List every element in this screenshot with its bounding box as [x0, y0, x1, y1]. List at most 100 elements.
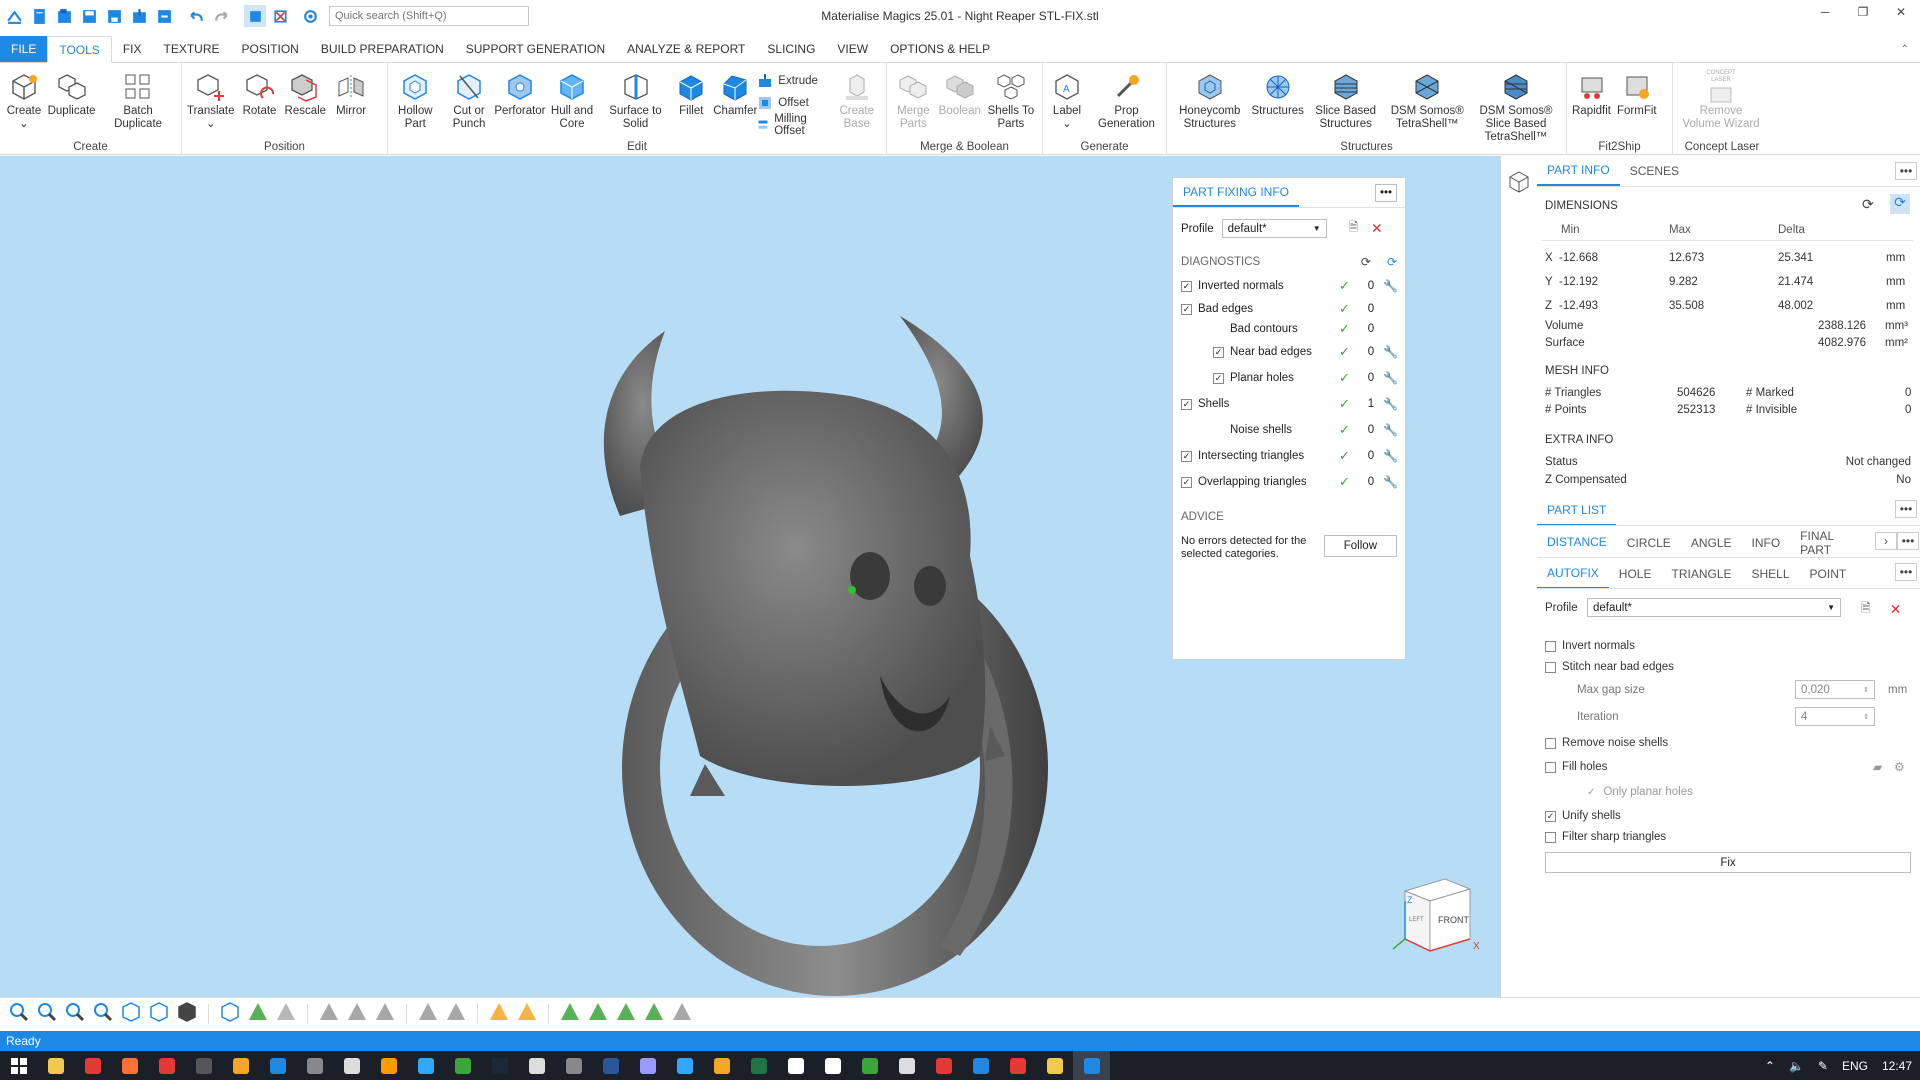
tray-arrow-icon[interactable]: ⌃ [1765, 1059, 1775, 1073]
offset-button[interactable]: Offset [757, 94, 823, 112]
view-cube-front-label[interactable]: FRONT [1438, 915, 1469, 925]
explorer-app-icon[interactable] [37, 1051, 74, 1080]
diagnostic-row[interactable]: Bad contours ✓ 0 [1181, 319, 1405, 339]
follow-button[interactable]: Follow [1323, 535, 1397, 557]
perforator-button[interactable]: Perforator [494, 65, 546, 118]
tab-measure-angle[interactable]: ANGLE [1681, 528, 1742, 556]
iteration-input[interactable]: 4 ⇕ [1795, 707, 1875, 726]
premiere-app-icon[interactable] [629, 1051, 666, 1080]
fill-holes-option[interactable]: Fill holes [1545, 761, 1607, 773]
merge-parts-button[interactable]: Merge Parts [889, 65, 938, 131]
refresh-icon[interactable]: ⟳ [1361, 255, 1371, 269]
measure-more-button[interactable]: ••• [1897, 532, 1919, 550]
quick-search-icon[interactable] [299, 5, 321, 27]
minimize-button[interactable]: ─ [1806, 0, 1844, 24]
triangle-view-icon[interactable] [247, 1001, 269, 1026]
illustrator-app-icon[interactable] [370, 1051, 407, 1080]
dsm-slice-tetrashell-button[interactable]: DSM Somos® Slice Based TetraShell™ [1468, 65, 1564, 144]
diagnostic-row[interactable]: ✓ Shells ✓ 1 🔧 [1181, 391, 1405, 417]
marker-plane-icon[interactable] [346, 1001, 368, 1026]
files-app-icon[interactable] [333, 1051, 370, 1080]
autofix-option[interactable]: Stitch near bad edges [1545, 661, 1674, 673]
steam-app-icon[interactable] [481, 1051, 518, 1080]
slice-based-structures-button[interactable]: Slice Based Structures [1305, 65, 1387, 131]
tab-tools[interactable]: TOOLS [47, 36, 112, 63]
close-button[interactable]: ✕ [1882, 0, 1920, 24]
only-planar-holes-option[interactable]: ✓ Only planar holes [1587, 786, 1693, 798]
quick-search-input[interactable] [329, 6, 529, 26]
chamfer-button[interactable]: Chamfer [713, 65, 757, 118]
save-profile-icon[interactable]: 🗎 [1349, 218, 1359, 239]
marker-icon[interactable] [318, 1001, 340, 1026]
photoshop-app-icon[interactable] [666, 1051, 703, 1080]
dsm-tetrashell-button[interactable]: DSM Somos® TetraShell™ [1386, 65, 1468, 131]
tab-fix-shell[interactable]: SHELL [1742, 559, 1800, 589]
tab-measure-distance[interactable]: DISTANCE [1537, 528, 1617, 556]
green-sphere-icon[interactable] [643, 1001, 665, 1026]
autofix-profile-dropdown[interactable]: default* ▼ [1587, 598, 1841, 617]
app-logo-icon[interactable] [3, 5, 25, 27]
redo-icon[interactable] [210, 5, 232, 27]
highlight-icon[interactable] [488, 1001, 510, 1026]
structures-button[interactable]: Structures [1251, 65, 1305, 118]
magics-app-icon[interactable] [814, 1051, 851, 1080]
rotate-button[interactable]: Rotate [238, 65, 282, 118]
solidworks-app-icon[interactable] [999, 1051, 1036, 1080]
support-view-icon[interactable] [275, 1001, 297, 1026]
volume-icon[interactable]: 🔈 [1789, 1059, 1804, 1073]
browser-app-icon[interactable] [259, 1051, 296, 1080]
deselect-icon[interactable] [269, 5, 291, 27]
diagnostic-row[interactable]: ✓ Intersecting triangles ✓ 0 🔧 [1181, 443, 1405, 469]
zoom-all-icon[interactable] [92, 1001, 114, 1026]
create-button[interactable]: Create ⌄ [2, 65, 46, 131]
delete-profile-icon[interactable]: 🗙 [1372, 218, 1381, 239]
honeycomb-structures-button[interactable]: Honeycomb Structures [1169, 65, 1251, 131]
tab-measure-info[interactable]: INFO [1742, 528, 1791, 556]
hollow-part-button[interactable]: Hollow Part [390, 65, 441, 131]
zoom-icon[interactable] [8, 1001, 30, 1026]
surface-to-solid-button[interactable]: Surface to Solid [602, 65, 670, 131]
restore-button[interactable]: ❐ [1844, 0, 1882, 24]
measure-tabs-next-button[interactable]: › [1875, 532, 1897, 550]
remove-noise-shells-option[interactable]: Remove noise shells [1545, 737, 1668, 749]
tab-part-list[interactable]: PART LIST [1537, 496, 1617, 526]
boolean-button[interactable]: Boolean [938, 65, 982, 118]
filter-sharp-triangles-checkbox[interactable] [1545, 831, 1556, 843]
tab-analyze-report[interactable]: ANALYZE & REPORT [616, 36, 756, 62]
wrench-icon[interactable]: 🔧 [1383, 423, 1405, 437]
selection-point[interactable] [848, 586, 856, 594]
diagnostic-checkbox[interactable]: ✓ [1181, 303, 1192, 315]
diagnostic-checkbox[interactable]: ✓ [1181, 450, 1192, 462]
duplicate-button[interactable]: Duplicate [46, 65, 97, 118]
tab-fix-point[interactable]: POINT [1800, 559, 1857, 589]
part-list-more-button[interactable]: ••• [1895, 500, 1917, 518]
diagnostic-checkbox[interactable]: ✓ [1181, 398, 1192, 410]
save-icon[interactable] [78, 5, 100, 27]
part-info-side-icon[interactable] [1507, 170, 1531, 194]
clock[interactable]: 12:47 [1882, 1059, 1912, 1073]
formfit-button[interactable]: FormFit [1614, 65, 1660, 118]
inkscape-app-icon[interactable] [777, 1051, 814, 1080]
magics-active-app-icon[interactable] [1073, 1051, 1110, 1080]
spinner-icon[interactable]: ⇕ [1863, 713, 1869, 721]
wrench-icon[interactable]: 🔧 [1383, 449, 1405, 463]
tab-file[interactable]: FILE [0, 36, 48, 62]
tab-view[interactable]: VIEW [826, 36, 879, 62]
filter-sharp-triangles-option[interactable]: Filter sharp triangles [1545, 831, 1666, 843]
marker-shell-icon[interactable] [374, 1001, 396, 1026]
more-options-button[interactable]: ••• [1375, 183, 1397, 202]
select-mode-icon[interactable] [244, 5, 266, 27]
only-planar-check-icon[interactable]: ✓ [1587, 787, 1595, 798]
fill-holes-link-icon[interactable]: ⚙ [1894, 760, 1905, 774]
diagnostic-checkbox[interactable]: ✓ [1181, 280, 1192, 292]
tab-scenes[interactable]: SCENES [1620, 156, 1689, 186]
save-as-icon[interactable] [103, 5, 125, 27]
green-surface-icon[interactable] [615, 1001, 637, 1026]
fill-holes-checkbox[interactable] [1545, 761, 1556, 773]
tab-measure-circle[interactable]: CIRCLE [1617, 528, 1681, 556]
import-icon[interactable] [128, 5, 150, 27]
tab-support-generation[interactable]: SUPPORT GENERATION [455, 36, 616, 62]
tab-build-preparation[interactable]: BUILD PREPARATION [310, 36, 455, 62]
opera-app-icon[interactable] [148, 1051, 185, 1080]
mirror-button[interactable]: Mirror [329, 65, 373, 118]
